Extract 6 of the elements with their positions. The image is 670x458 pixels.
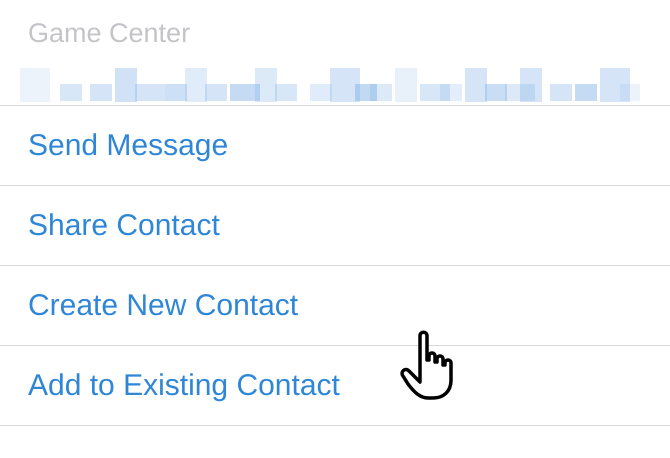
section-title: Game Center	[28, 17, 192, 50]
action-link[interactable]: Create New Contact	[28, 288, 298, 322]
action-link[interactable]: Share Contact	[28, 208, 220, 242]
action-link[interactable]: Send Message	[28, 128, 228, 162]
action-link[interactable]: Add to Existing Contact	[28, 368, 340, 402]
hand-cursor-icon	[400, 330, 456, 402]
